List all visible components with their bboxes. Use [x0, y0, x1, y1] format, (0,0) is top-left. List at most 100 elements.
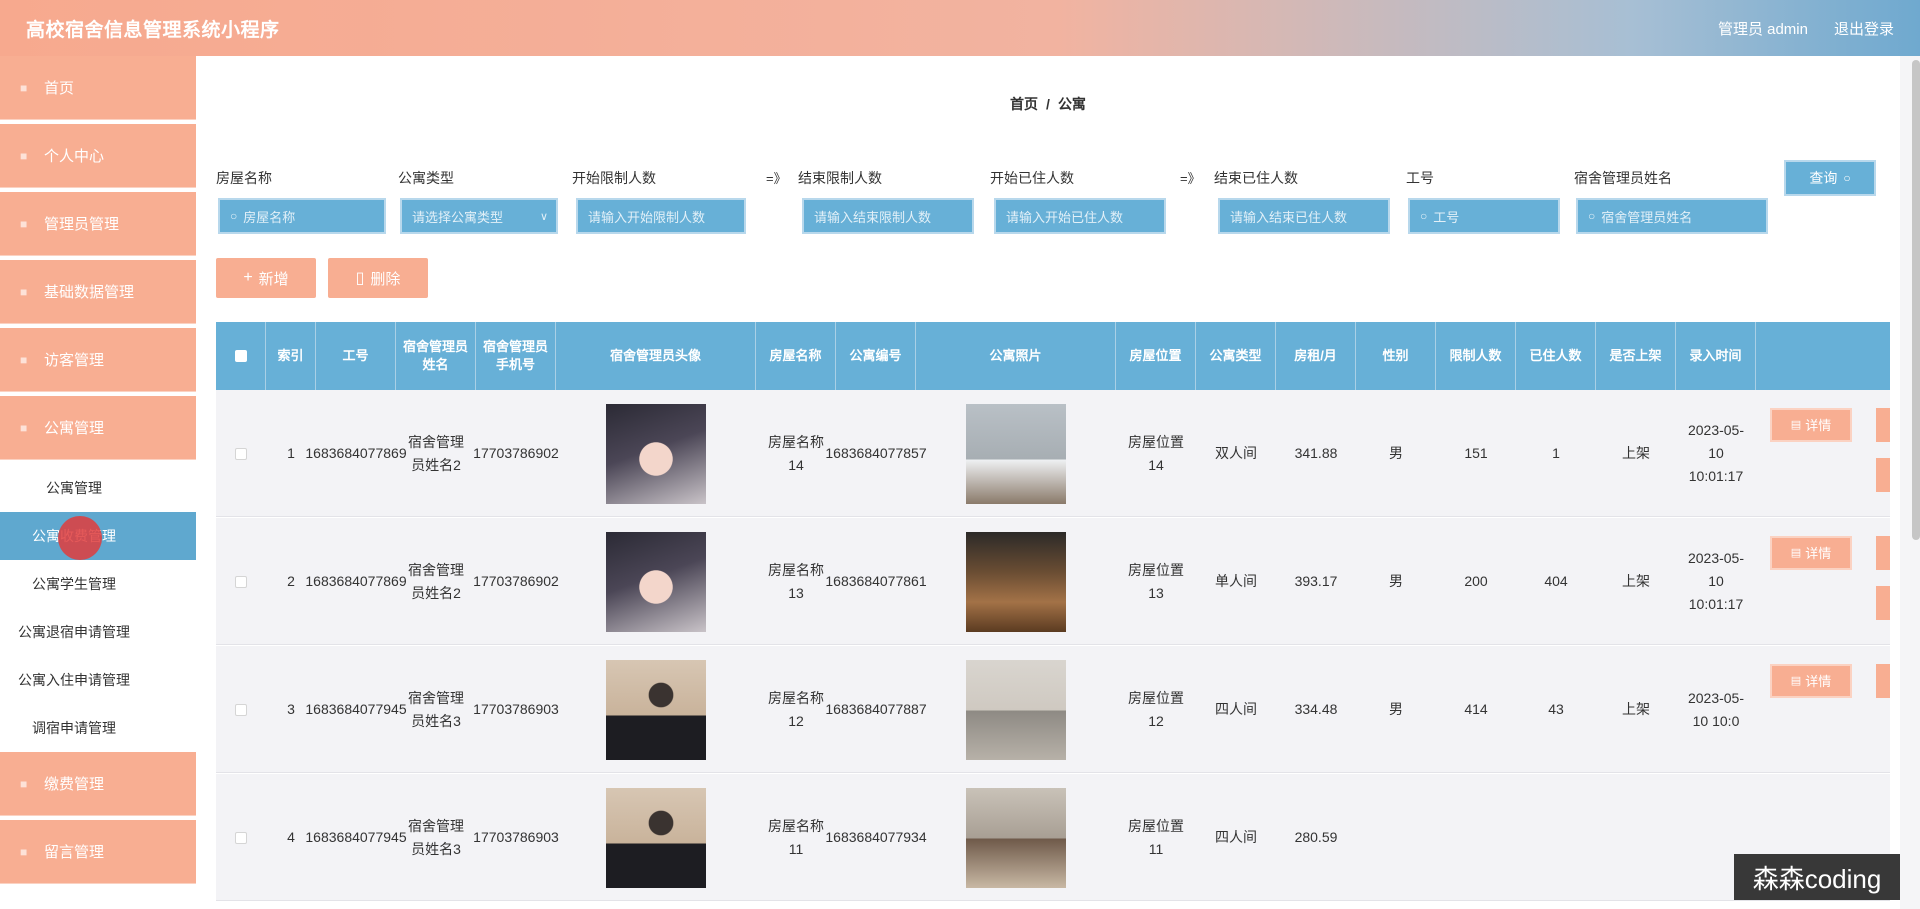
- column-header: 宿舍管理员头像: [556, 322, 756, 390]
- checkbox-icon: [234, 350, 247, 362]
- breadcrumb-current: 公寓: [1057, 96, 1086, 112]
- edit-button[interactable]: [1876, 408, 1890, 442]
- cell-apt-type: 双人间: [1215, 445, 1257, 461]
- click-indicator: [58, 516, 102, 560]
- query-button[interactable]: 查询 ○: [1784, 160, 1876, 196]
- sidebar-item-label: 首页: [44, 80, 75, 97]
- table-row: 2 1683684077869 宿舍管理员姓名2 17703786902 房屋名…: [216, 518, 1890, 645]
- filter-label-start-limit: 开始限制人数: [572, 170, 656, 186]
- row-checkbox[interactable]: [216, 518, 266, 645]
- cell-rent: 341.88: [1294, 445, 1338, 461]
- cell-apt-code: 1683684077934: [825, 829, 927, 845]
- cell-house-name: 房屋名称14: [768, 433, 824, 473]
- cell-apt-photo: [916, 518, 1116, 645]
- sidebar-subitem-apartment[interactable]: 公寓管理: [0, 464, 196, 512]
- cell-actions: ▤ 详情: [1756, 646, 1866, 773]
- main-content: 首页 / 公寓 房屋名称 公寓类型 开始限制人数 =》 结束限制人数 开始已住人数 …: [196, 56, 1900, 909]
- range-arrow: =》: [766, 171, 787, 186]
- row-checkbox[interactable]: [216, 646, 266, 773]
- job-no-input[interactable]: ○ 工号: [1408, 198, 1560, 234]
- table-row: 3 1683684077945 宿舍管理员姓名3 17703786903 房屋名…: [216, 646, 1890, 773]
- row-checkbox[interactable]: [216, 774, 266, 901]
- sidebar-item-payment[interactable]: ■ 缴费管理: [0, 752, 196, 816]
- filter-label-manager: 宿舍管理员姓名: [1574, 170, 1672, 186]
- column-header: 公寓类型: [1196, 322, 1276, 390]
- sidebar-subitem-checkout[interactable]: 公寓退宿申请管理: [0, 608, 196, 656]
- add-label: 新增: [258, 270, 289, 288]
- filter-label-apt-type: 公寓类型: [398, 170, 454, 186]
- manager-name-input[interactable]: ○ 宿舍管理员姓名: [1576, 198, 1768, 234]
- start-occ-input[interactable]: 请输入开始已住人数: [994, 198, 1166, 234]
- cell-limit: 414: [1464, 701, 1488, 717]
- column-header: 公寓编号: [836, 322, 916, 390]
- apt-type-select[interactable]: 请选择公寓类型 ∨: [400, 198, 558, 234]
- trash-icon: ▯: [355, 270, 365, 287]
- apartment-icon: ■: [20, 420, 28, 435]
- sidebar-item-base-data[interactable]: ■ 基础数据管理: [0, 260, 196, 324]
- column-header: 索引: [266, 322, 316, 390]
- select-placeholder: 请选择公寓类型: [412, 209, 504, 225]
- cell-manager-phone: 17703786903: [473, 701, 559, 717]
- cell-on-shelf: 上架: [1622, 445, 1650, 461]
- cell-on-shelf: 上架: [1622, 701, 1650, 717]
- filter-label-job-no: 工号: [1406, 170, 1434, 186]
- filter-label-end-occ: 结束已住人数: [1214, 170, 1298, 186]
- cell-limit: 200: [1464, 573, 1488, 589]
- detail-button[interactable]: ▤ 详情: [1770, 664, 1852, 698]
- add-button[interactable]: + 新增: [216, 258, 316, 298]
- logout-link[interactable]: 退出登录: [1834, 18, 1894, 39]
- search-icon: ○: [1843, 171, 1851, 185]
- detail-button[interactable]: ▤ 详情: [1770, 408, 1852, 442]
- sidebar-item-profile[interactable]: ■ 个人中心: [0, 124, 196, 188]
- start-limit-input[interactable]: 请输入开始限制人数: [576, 198, 746, 234]
- filter-label-start-occ: 开始已住人数: [990, 170, 1074, 186]
- input-placeholder: 房屋名称: [243, 209, 296, 225]
- admin-label: 管理员 admin: [1717, 20, 1808, 38]
- breadcrumb-home[interactable]: 首页: [1010, 96, 1038, 112]
- sidebar-item-message[interactable]: ■ 留言管理: [0, 820, 196, 884]
- house-name-input[interactable]: ○ 房屋名称: [218, 198, 386, 234]
- column-header: 性别: [1356, 322, 1436, 390]
- column-header: 公寓照片: [916, 322, 1116, 390]
- scrollbar[interactable]: [1912, 60, 1920, 540]
- detail-button[interactable]: ▤ 详情: [1770, 536, 1852, 570]
- cell-house-name: 房屋名称12: [768, 689, 824, 729]
- column-header: 工号: [316, 322, 396, 390]
- cell-apt-code: 1683684077861: [825, 573, 927, 589]
- breadcrumb-separator: /: [1046, 96, 1050, 112]
- sidebar-item-visitor[interactable]: ■ 访客管理: [0, 328, 196, 392]
- end-limit-input[interactable]: 请输入结束限制人数: [802, 198, 974, 234]
- select-all-checkbox[interactable]: [216, 322, 266, 390]
- table-row: 1 1683684077869 宿舍管理员姓名2 17703786902 房屋名…: [216, 390, 1890, 517]
- end-occ-input[interactable]: 请输入结束已住人数: [1218, 198, 1390, 234]
- row-checkbox[interactable]: [216, 390, 266, 517]
- sidebar-item-label: 管理员管理: [44, 216, 120, 233]
- cell-manager-avatar: [556, 390, 756, 517]
- column-header: 房租/月: [1276, 322, 1356, 390]
- payment-icon: ■: [20, 776, 28, 791]
- cell-actions: ▤ 详情: [1756, 518, 1866, 645]
- range-arrow: =》: [1180, 171, 1201, 186]
- watermark: 森森coding: [1734, 854, 1900, 900]
- breadcrumb: 首页 / 公寓: [196, 94, 1900, 114]
- sidebar-item-apartment[interactable]: ■ 公寓管理: [0, 396, 196, 460]
- cell-job-no: 1683684077945: [305, 701, 407, 717]
- cell-apt-type: 四人间: [1215, 701, 1257, 717]
- sidebar-subitem-checkin[interactable]: 公寓入住申请管理: [0, 656, 196, 704]
- input-placeholder: 请输入结束已住人数: [1230, 209, 1348, 225]
- cell-manager-name: 宿舍管理员姓名2: [408, 561, 464, 601]
- sidebar-subitem-students[interactable]: 公寓学生管理: [0, 560, 196, 608]
- delete-row-button[interactable]: [1876, 458, 1890, 492]
- sidebar-subitem-transfer[interactable]: 调宿申请管理: [0, 704, 196, 752]
- edit-button[interactable]: [1876, 664, 1890, 698]
- user-icon: ■: [20, 148, 28, 163]
- delete-row-button[interactable]: [1876, 586, 1890, 620]
- cell-entry-time: 2023-05-10 10:0: [1687, 689, 1745, 729]
- edit-button[interactable]: [1876, 536, 1890, 570]
- actions-header: [1756, 322, 1890, 390]
- delete-label: 删除: [370, 270, 401, 288]
- sidebar-item-admin[interactable]: ■ 管理员管理: [0, 192, 196, 256]
- delete-button[interactable]: ▯ 删除: [328, 258, 428, 298]
- column-header: 是否上架: [1596, 322, 1676, 390]
- sidebar-item-home[interactable]: ■ 首页: [0, 56, 196, 120]
